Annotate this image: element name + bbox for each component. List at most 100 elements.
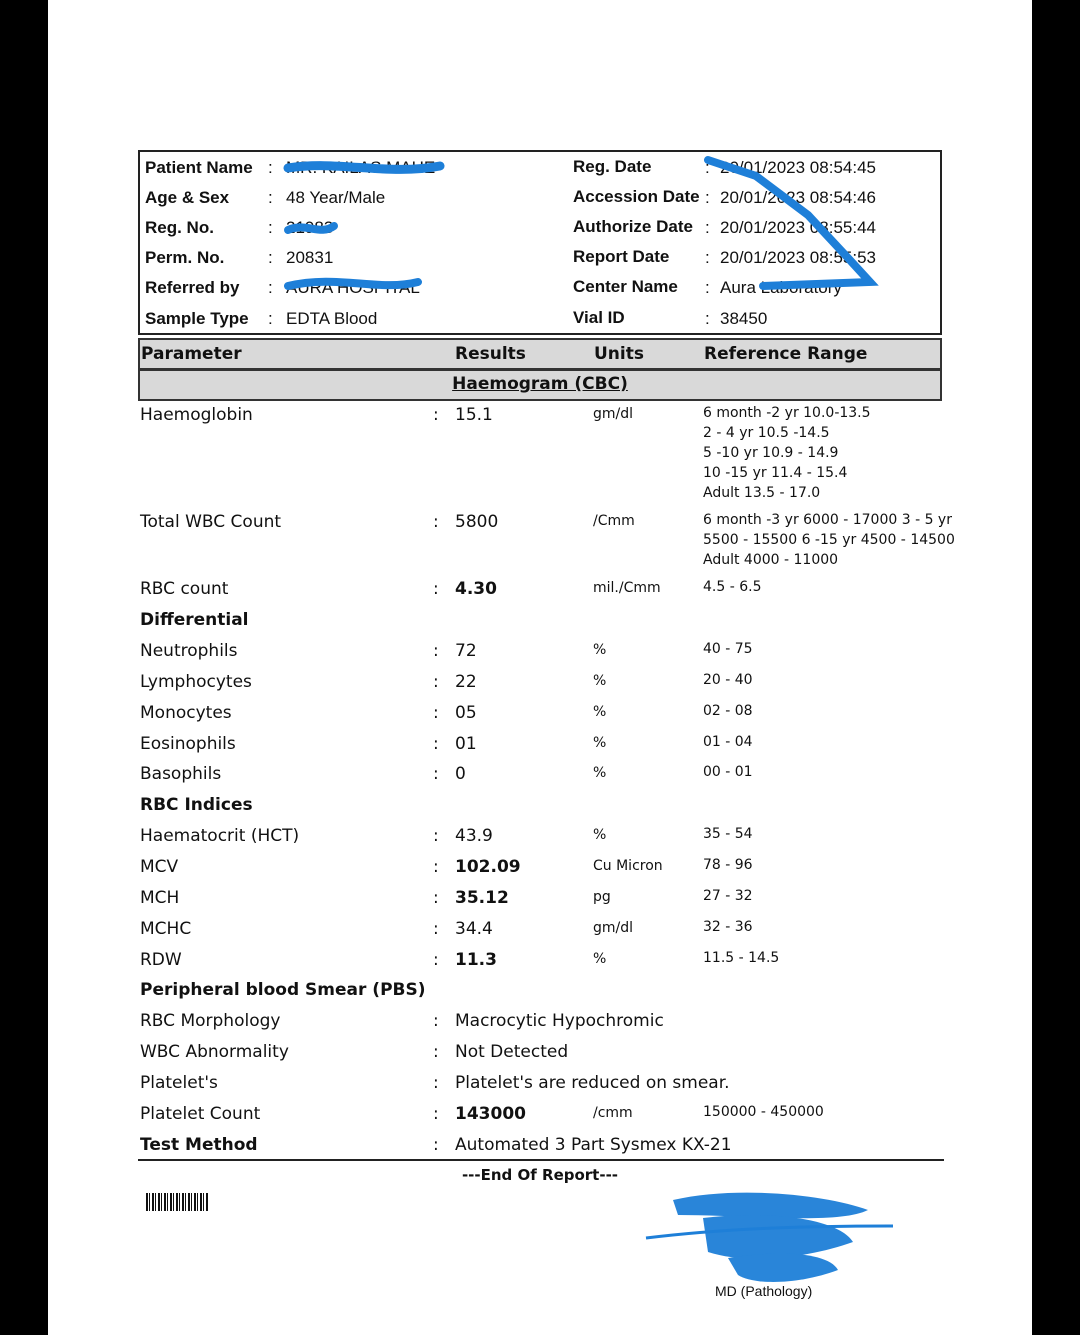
reference-line: 27 - 32: [703, 888, 753, 904]
reference-range: 20 - 40: [703, 670, 753, 690]
reference-range: 150000 - 450000: [703, 1102, 824, 1122]
reference-range: 6 month -3 yr 6000 - 17000 3 - 5 yr 5500 …: [703, 510, 955, 570]
result-value: 4.30: [455, 579, 497, 599]
result-value: 11.3: [455, 950, 497, 970]
reference-range: 32 - 36: [703, 917, 753, 937]
reference-line: 20 - 40: [703, 672, 753, 688]
reference-range: 78 - 96: [703, 855, 753, 875]
colon: :: [268, 309, 273, 328]
colon: :: [433, 672, 439, 692]
patient-value-5: EDTA Blood: [286, 309, 378, 328]
reference-line: 32 - 36: [703, 919, 753, 935]
parameter-name: Monocytes: [140, 703, 232, 723]
reference-line: 150000 - 450000: [703, 1104, 824, 1120]
reference-line: 6 month -3 yr 6000 - 17000 3 - 5 yr: [703, 512, 952, 528]
patient-value-1: 48 Year/Male: [286, 188, 386, 207]
group-heading: Peripheral blood Smear (PBS): [140, 980, 426, 1000]
patient-value-4: AURA HOSPITAL: [286, 278, 420, 297]
parameter-name: Platelet Count: [140, 1104, 261, 1124]
parameter-name: Neutrophils: [140, 641, 238, 661]
colon: :: [705, 158, 710, 177]
reference-line: 10 -15 yr 11.4 - 15.4: [703, 465, 848, 481]
result-value: 34.4: [455, 919, 493, 939]
group-heading: RBC Indices: [140, 795, 253, 815]
reference-range: 00 - 01: [703, 762, 753, 782]
unit: mil./Cmm: [593, 580, 661, 596]
patient-label-4: Referred by: [145, 278, 240, 297]
parameter-name: Eosinophils: [140, 734, 236, 754]
report-value-3: 20/01/2023 08:55:53: [720, 248, 876, 267]
result-value: Automated 3 Part Sysmex KX-21: [455, 1135, 732, 1155]
reference-line: 6 month -2 yr 10.0-13.5: [703, 405, 871, 421]
parameter-name: Haematocrit (HCT): [140, 826, 300, 846]
colon: :: [433, 1042, 439, 1062]
report-label-3: Report Date: [573, 247, 670, 266]
unit: %: [593, 765, 607, 781]
parameter-name: MCV: [140, 857, 179, 877]
patient-value-2: 21983: [286, 218, 334, 237]
result-value: Not Detected: [455, 1042, 569, 1062]
colon: :: [705, 218, 710, 237]
end-of-report: ---End Of Report---: [461, 1166, 619, 1184]
result-value: 72: [455, 641, 477, 661]
result-value: Macrocytic Hypochromic: [455, 1011, 664, 1031]
reference-line: Adult 4000 - 11000: [703, 552, 839, 568]
unit: /cmm: [593, 1105, 633, 1121]
colon: :: [268, 188, 273, 207]
parameter-name: RBC Morphology: [140, 1011, 281, 1031]
unit: %: [593, 951, 607, 967]
report-value-5: 38450: [720, 309, 768, 328]
parameter-name: Test Method: [140, 1135, 258, 1155]
unit: %: [593, 704, 607, 720]
col-reference-range: Reference Range: [704, 344, 868, 364]
report-label-4: Center Name: [573, 277, 678, 296]
reference-line: 11.5 - 14.5: [703, 950, 780, 966]
reference-range: 40 - 75: [703, 639, 753, 659]
colon: :: [268, 248, 273, 267]
unit: %: [593, 827, 607, 843]
col-parameter: Parameter: [141, 344, 242, 364]
reference-line: 5500 - 15500 6 -15 yr 4500 - 14500: [703, 532, 955, 548]
reference-line: 35 - 54: [703, 826, 753, 842]
colon: :: [433, 888, 439, 908]
colon: :: [268, 218, 273, 237]
colon: :: [433, 1135, 439, 1155]
colon: :: [433, 703, 439, 723]
reference-line: 01 - 04: [703, 734, 753, 750]
colon: :: [433, 764, 439, 784]
colon: :: [433, 512, 439, 532]
report-value-1: 20/01/2023 08:54:46: [720, 188, 876, 207]
colon: :: [433, 734, 439, 754]
reference-range: 01 - 04: [703, 732, 753, 752]
result-value: 43.9: [455, 826, 493, 846]
result-value: 102.09: [455, 857, 521, 877]
reference-line: 4.5 - 6.5: [703, 579, 762, 595]
reference-line: 40 - 75: [703, 641, 753, 657]
result-value: 5800: [455, 512, 499, 532]
unit: %: [593, 735, 607, 751]
result-value: 15.1: [455, 405, 493, 425]
parameter-name: Haemoglobin: [140, 405, 253, 425]
col-results: Results: [455, 344, 526, 364]
colon: :: [705, 309, 710, 328]
patient-label-2: Reg. No.: [145, 218, 214, 237]
reference-range: 02 - 08: [703, 701, 753, 721]
patient-value-3: 20831: [286, 248, 334, 267]
parameter-name: Total WBC Count: [140, 512, 282, 532]
result-value: 0: [455, 764, 466, 784]
unit: %: [593, 642, 607, 658]
unit: Cu Micron: [593, 858, 663, 874]
reference-range: 35 - 54: [703, 824, 753, 844]
unit: /Cmm: [593, 513, 635, 529]
colon: :: [705, 188, 710, 207]
result-value: 01: [455, 734, 477, 754]
colon: :: [433, 579, 439, 599]
patient-label-0: Patient Name: [145, 158, 253, 177]
parameter-name: Basophils: [140, 764, 222, 784]
parameter-name: RBC count: [140, 579, 229, 599]
result-value: Platelet's are reduced on smear.: [455, 1073, 730, 1093]
report-value-0: 20/01/2023 08:54:45: [720, 158, 876, 177]
colon: :: [705, 248, 710, 267]
report-label-2: Authorize Date: [573, 217, 693, 236]
unit: pg: [593, 889, 611, 905]
